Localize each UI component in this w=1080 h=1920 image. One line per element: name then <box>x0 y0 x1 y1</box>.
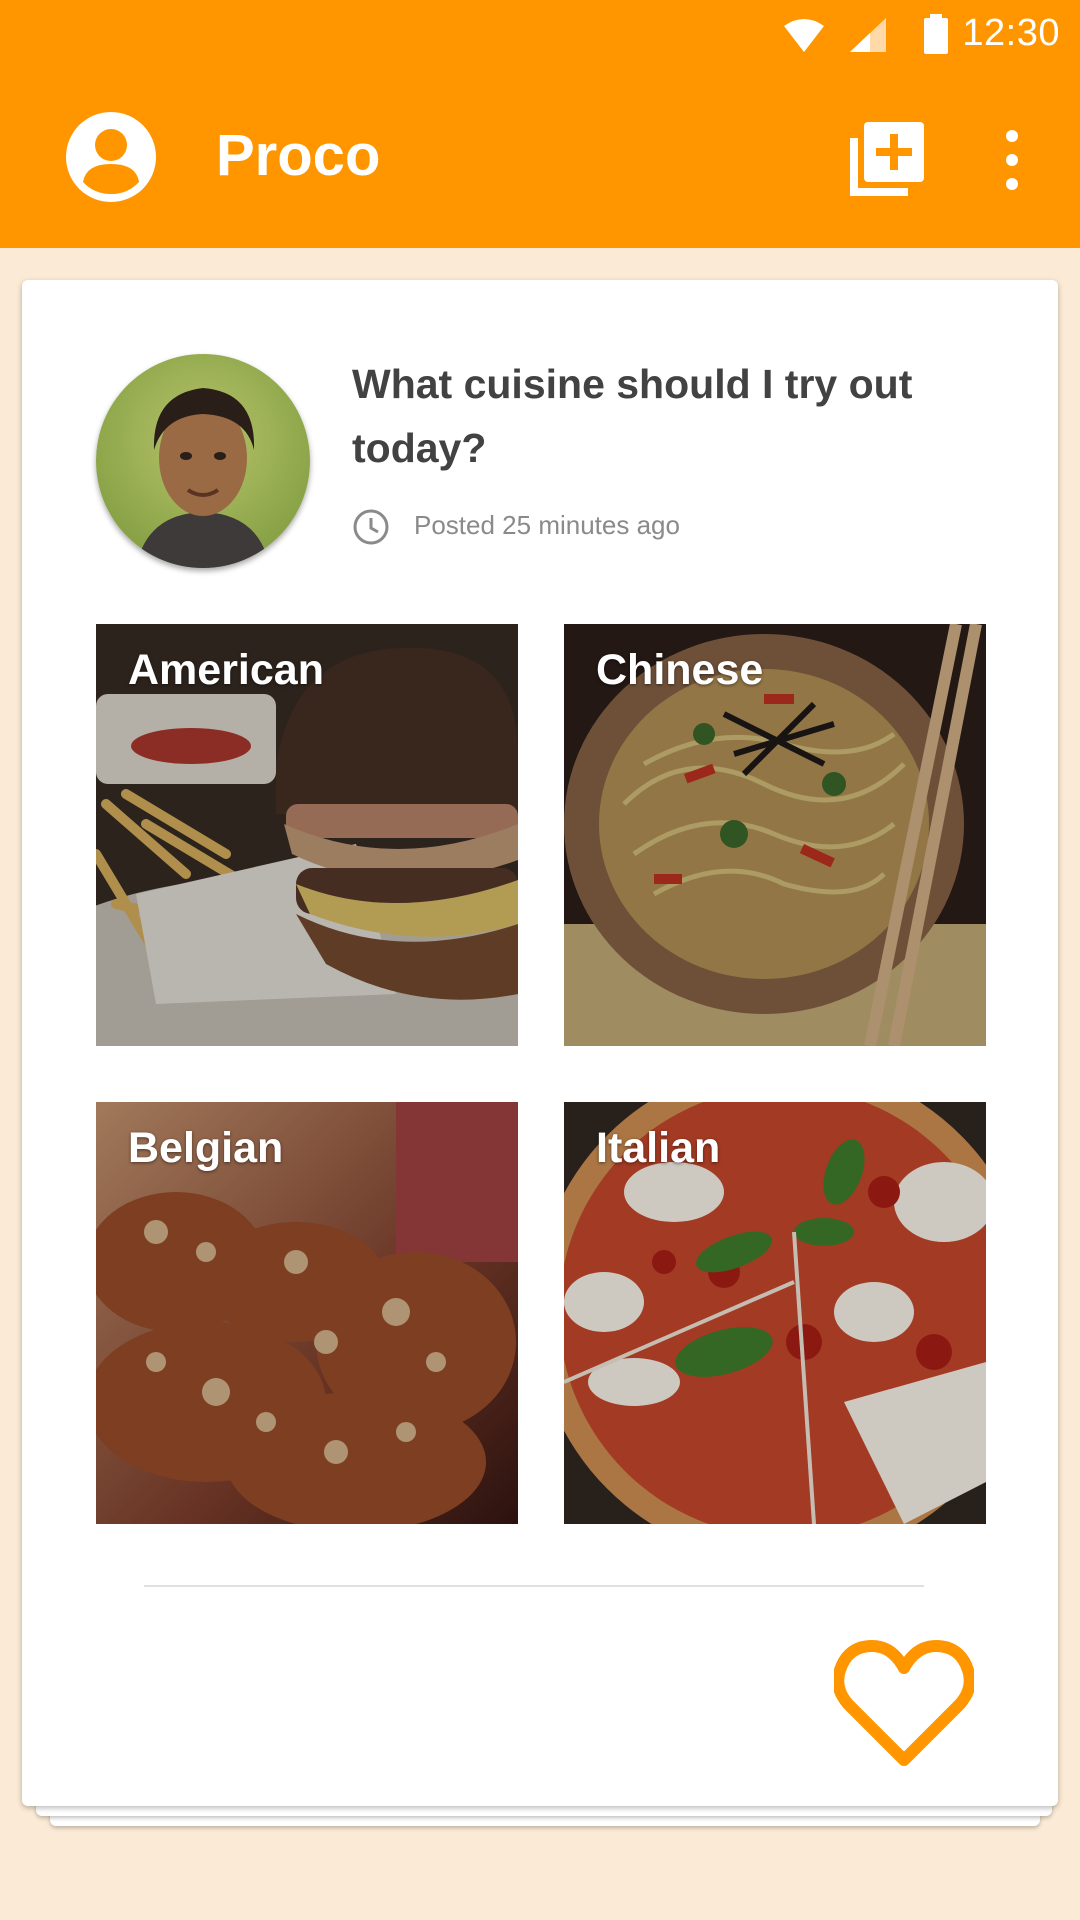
account-circle-icon[interactable] <box>66 112 156 202</box>
library-add-icon[interactable] <box>850 122 924 196</box>
option-label: Italian <box>596 1124 721 1172</box>
app-bar: 12:30 Proco <box>0 0 1080 248</box>
avatar[interactable] <box>96 354 310 568</box>
post-question: What cuisine should I try out today? <box>352 361 913 471</box>
option-tile-american[interactable]: American <box>96 624 518 1046</box>
battery-icon <box>924 14 948 54</box>
status-time: 12:30 <box>962 12 1060 54</box>
option-tile-chinese[interactable]: Chinese <box>564 624 986 1046</box>
post-card: What cuisine should I try out today? Pos… <box>22 280 1058 1806</box>
wifi-icon <box>784 19 824 52</box>
option-tile-belgian[interactable]: Belgian <box>96 1102 518 1524</box>
divider <box>144 1585 924 1587</box>
status-bar: 12:30 <box>0 0 1080 70</box>
heart-outline-icon[interactable] <box>834 1638 974 1770</box>
option-label: Chinese <box>596 646 764 694</box>
option-tile-italian[interactable]: Italian <box>564 1102 986 1524</box>
more-vert-icon[interactable] <box>996 128 1028 192</box>
option-label: American <box>128 646 324 694</box>
option-label: Belgian <box>128 1124 284 1172</box>
app-title: Proco <box>216 123 381 188</box>
post-timestamp: Posted 25 minutes ago <box>414 510 680 540</box>
signal-icon <box>850 18 886 52</box>
clock-icon <box>353 509 389 545</box>
